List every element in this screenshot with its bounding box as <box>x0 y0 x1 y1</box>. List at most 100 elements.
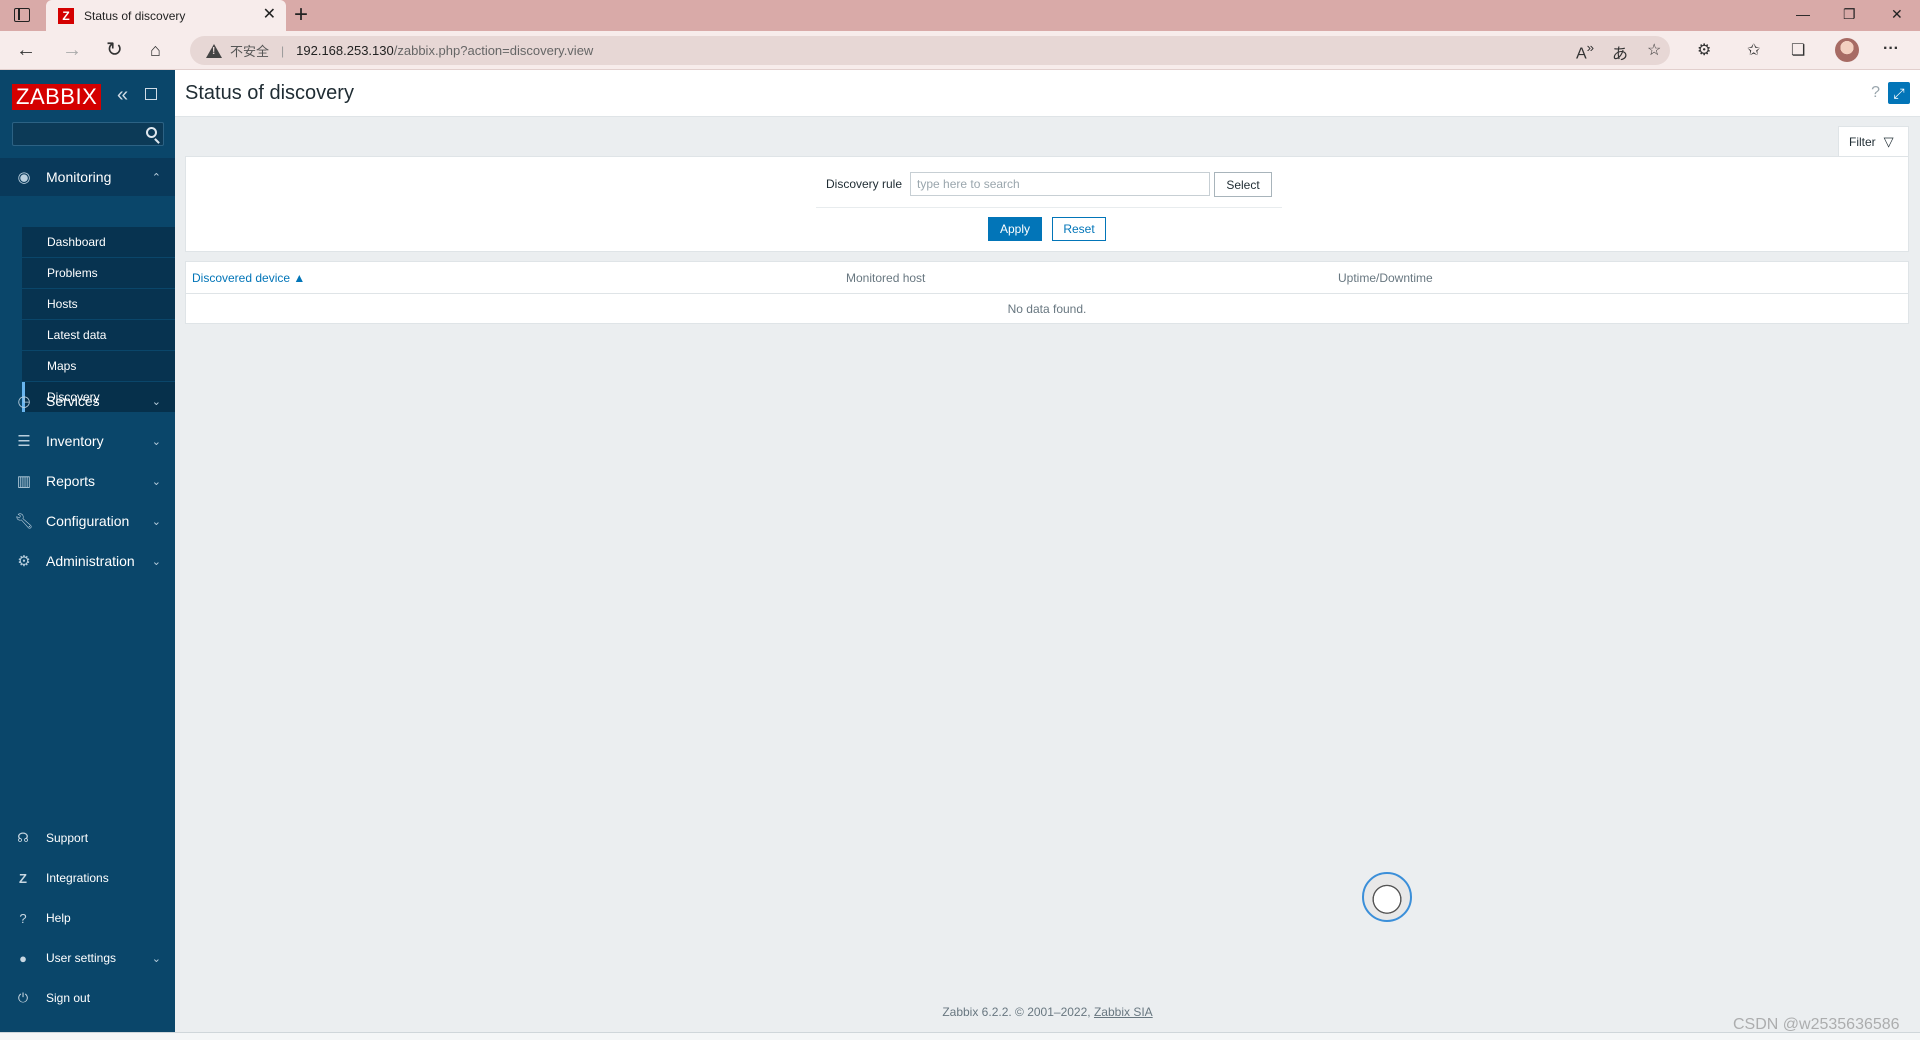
url-field[interactable]: 不安全 | 192.168.253.130 /zabbix.php?action… <box>190 36 1670 65</box>
chevron-down-icon: ⌄ <box>151 395 161 408</box>
sign-out-label: Sign out <box>46 991 91 1005</box>
chevron-down-icon: ⌄ <box>151 435 161 448</box>
security-label[interactable]: 不安全 <box>230 41 269 60</box>
sidebar-sign-out[interactable]: ⏻ Sign out <box>0 983 175 1013</box>
menu-configuration-label: Configuration <box>46 513 130 529</box>
chevron-down-icon: ⌄ <box>151 475 161 488</box>
inventory-icon: ☰ <box>17 433 31 450</box>
chevron-down-icon: ⌄ <box>151 555 161 568</box>
warning-icon <box>206 43 222 58</box>
browser-address-bar: ← → ↻ ⌂ 不安全 | 192.168.253.130 /zabbix.ph… <box>0 31 1920 70</box>
zabbix-favicon-icon: Z <box>58 7 74 24</box>
restore-icon[interactable]: ❐ <box>1843 6 1856 23</box>
menu-reports[interactable]: ▥ Reports ⌄ <box>0 462 175 500</box>
menu-inventory-label: Inventory <box>46 433 104 449</box>
collapse-sidebar-icon[interactable]: « <box>117 84 128 107</box>
refresh-icon[interactable]: ↻ <box>106 39 123 61</box>
no-data-message: No data found. <box>1007 302 1087 316</box>
zabbix-logo[interactable]: ZABBIX <box>12 84 102 110</box>
page-footer: Zabbix 6.2.2. © 2001–2022, Zabbix SIA <box>175 1005 1920 1019</box>
sidebar-user-settings[interactable]: ● User settings ⌄ <box>0 943 175 973</box>
bottom-strip <box>0 1032 1920 1040</box>
filter-tab[interactable]: Filter ▽ <box>1838 126 1909 157</box>
close-tab-icon[interactable]: ✕ <box>263 7 276 23</box>
menu-administration-label: Administration <box>46 553 135 569</box>
apply-button[interactable]: Apply <box>988 217 1042 241</box>
integrations-label: Integrations <box>46 871 109 885</box>
browser-tab-bar: Z Status of discovery ✕ + — ❐ ✕ <box>0 0 1920 31</box>
sidebar-item-problems[interactable]: Problems <box>22 258 175 289</box>
filter-panel: Discovery rule Select Apply Reset <box>185 156 1909 252</box>
kiosk-mode-icon[interactable]: ⤢ <box>1888 82 1910 104</box>
extensions-icon[interactable]: ⚙ <box>1697 40 1711 60</box>
select-button[interactable]: Select <box>1214 172 1272 197</box>
floating-assistant-avatar[interactable] <box>1362 872 1412 922</box>
discovery-table: Discovered device ▲ Monitored host Uptim… <box>185 261 1909 324</box>
chevron-up-icon: ⌃ <box>151 171 161 184</box>
services-icon: ◷ <box>17 393 31 410</box>
column-discovered-device[interactable]: Discovered device ▲ <box>192 271 305 285</box>
menu-services-label: Services <box>46 393 100 409</box>
administration-icon: ⚙ <box>17 553 31 570</box>
discovery-rule-input[interactable] <box>910 172 1210 196</box>
table-header-divider <box>186 293 1908 294</box>
integrations-icon: Z <box>19 870 27 886</box>
menu-administration[interactable]: ⚙ Administration ⌄ <box>0 542 175 580</box>
reset-button[interactable]: Reset <box>1052 217 1106 241</box>
menu-services[interactable]: ◷ Services ⌄ <box>0 382 175 420</box>
url-separator: | <box>281 43 285 58</box>
minimize-icon[interactable]: — <box>1796 6 1810 22</box>
funnel-icon: ▽ <box>1883 134 1894 149</box>
translate-icon[interactable]: あ <box>1612 40 1628 64</box>
column-uptime-downtime: Uptime/Downtime <box>1338 271 1433 285</box>
footer-text: Zabbix 6.2.2. © 2001–2022, <box>942 1005 1091 1019</box>
menu-monitoring-label: Monitoring <box>46 169 112 185</box>
menu-configuration[interactable]: 🔧︎ Configuration ⌄ <box>0 502 175 540</box>
page-header: Status of discovery ? ⤢ <box>175 70 1920 117</box>
browser-tab[interactable]: Z Status of discovery ✕ <box>46 0 286 31</box>
back-icon[interactable]: ← <box>16 39 36 61</box>
sidebar-support[interactable]: ☊ Support <box>0 823 175 853</box>
wrench-icon: 🔧︎ <box>14 513 34 530</box>
user-icon: ● <box>19 950 27 966</box>
filter-divider <box>816 207 1282 208</box>
hide-sidebar-icon[interactable] <box>145 88 157 100</box>
help-question-icon[interactable]: ? <box>1871 84 1880 102</box>
sidebar-item-latest-data[interactable]: Latest data <box>22 320 175 351</box>
sidebar-search-input[interactable] <box>12 122 164 146</box>
search-icon[interactable] <box>146 127 157 138</box>
browser-tab-title: Status of discovery <box>84 8 186 23</box>
chevron-down-icon: ⌄ <box>151 515 161 528</box>
sidebar-item-dashboard[interactable]: Dashboard <box>22 227 175 258</box>
user-settings-label: User settings <box>46 951 117 965</box>
filter-tab-label: Filter <box>1849 135 1876 149</box>
footer-link[interactable]: Zabbix SIA <box>1094 1005 1153 1019</box>
help-icon: ? <box>19 910 27 926</box>
read-aloud-icon[interactable]: A» <box>1576 40 1594 63</box>
discovery-rule-label: Discovery rule <box>826 177 903 191</box>
sidebar-item-maps[interactable]: Maps <box>22 351 175 382</box>
favorite-star-icon[interactable]: ☆ <box>1647 40 1661 60</box>
profile-avatar[interactable] <box>1835 38 1859 62</box>
close-window-icon[interactable]: ✕ <box>1891 6 1903 23</box>
menu-monitoring[interactable]: ◉ Monitoring ⌃ <box>0 158 175 196</box>
page-title: Status of discovery <box>185 82 354 104</box>
home-icon[interactable]: ⌂ <box>150 39 161 61</box>
sidebar-help[interactable]: ? Help <box>0 903 175 933</box>
support-label: Support <box>46 831 89 845</box>
more-menu-icon[interactable]: ··· <box>1883 40 1899 58</box>
forward-icon[interactable]: → <box>62 39 82 61</box>
menu-reports-label: Reports <box>46 473 96 489</box>
headset-icon: ☊ <box>17 830 29 845</box>
menu-inventory[interactable]: ☰ Inventory ⌄ <box>0 422 175 460</box>
url-host: 192.168.253.130 <box>296 43 394 58</box>
sidebar-integrations[interactable]: Z Integrations <box>0 863 175 893</box>
new-tab-button[interactable]: + <box>294 2 308 28</box>
column-monitored-host: Monitored host <box>846 271 926 285</box>
url-path: /zabbix.php?action=discovery.view <box>393 43 594 58</box>
collections-icon[interactable]: ❏ <box>1791 40 1805 60</box>
favorites-icon[interactable]: ✩ <box>1747 40 1760 60</box>
tab-actions-icon[interactable] <box>14 8 30 22</box>
sidebar-item-hosts[interactable]: Hosts <box>22 289 175 320</box>
reports-icon: ▥ <box>16 473 32 490</box>
